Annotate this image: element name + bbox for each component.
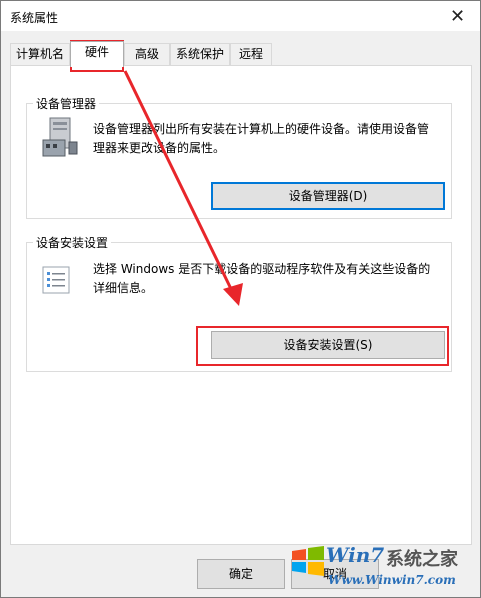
tab-hardware[interactable]: 硬件 bbox=[70, 41, 124, 67]
system-properties-window: 系统属性 ✕ 计算机名 硬件 高级 系统保护 远程 设备管理器 设备管理器列出所… bbox=[0, 0, 481, 598]
annotation-arrow bbox=[123, 70, 243, 306]
ok-button[interactable]: 确定 bbox=[197, 559, 285, 589]
cancel-button[interactable]: 取消 bbox=[291, 559, 379, 589]
